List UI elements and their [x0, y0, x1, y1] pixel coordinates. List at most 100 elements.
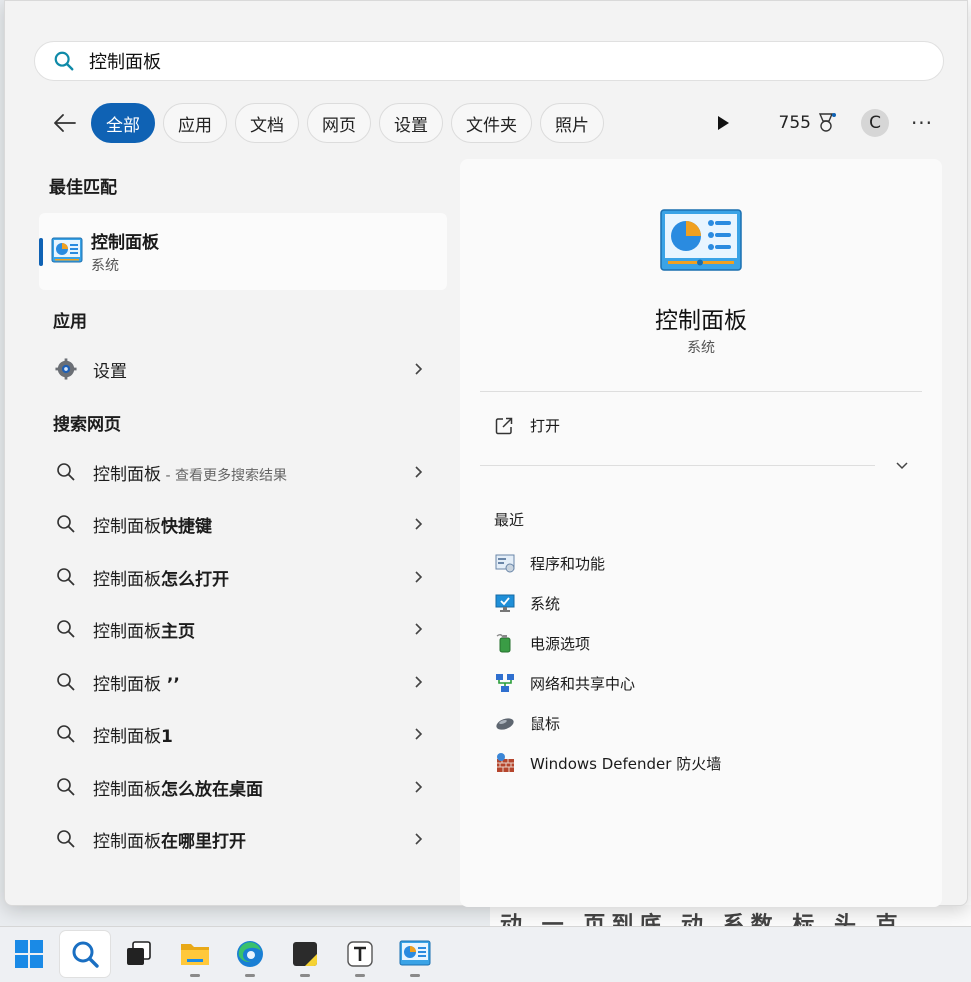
- search-input[interactable]: [89, 50, 889, 72]
- control-panel-icon: [51, 237, 83, 263]
- web-result-suffix: 主页: [161, 621, 195, 642]
- recent-item-label: 鼠标: [530, 714, 561, 733]
- running-indicator: [300, 974, 310, 977]
- app-item-settings[interactable]: 设置: [39, 345, 447, 393]
- web-result-text: 控制面板快捷键: [93, 512, 411, 537]
- edge-icon: [237, 941, 263, 967]
- windows-start-icon: [15, 940, 43, 968]
- web-result-row[interactable]: 控制面板在哪里打开: [39, 815, 447, 863]
- typora-icon: [347, 941, 373, 967]
- chevron-right-icon: [415, 518, 423, 530]
- open-action[interactable]: 打开: [494, 415, 560, 436]
- filter-chip-settings[interactable]: 设置: [379, 103, 443, 143]
- best-match-item[interactable]: 控制面板 系统: [39, 213, 447, 290]
- back-button[interactable]: [45, 103, 85, 143]
- best-match-heading: 最佳匹配: [49, 178, 117, 198]
- web-result-row[interactable]: 控制面板主页: [39, 605, 447, 653]
- web-result-query: 控制面板: [93, 516, 161, 537]
- best-match-subtitle: 系统: [91, 258, 119, 274]
- taskbar: [0, 926, 971, 982]
- chevron-right-icon: [415, 833, 423, 845]
- search-box[interactable]: [34, 41, 944, 81]
- web-result-row[interactable]: 控制面板怎么打开: [39, 553, 447, 601]
- preview-subtitle: 系统: [687, 340, 715, 356]
- mouse-icon: [496, 718, 514, 730]
- web-result-row[interactable]: 控制面板1: [39, 710, 447, 758]
- back-arrow-icon: [54, 114, 76, 132]
- open-label: 打开: [530, 417, 561, 435]
- chevron-down-icon[interactable]: [894, 459, 910, 473]
- preview-pane: 控制面板 系统 打开 最近 程序和功能 系统 电源选项 网络和共享中心 鼠标 W…: [460, 159, 942, 907]
- chevron-right-icon: [415, 466, 423, 478]
- web-result-text: 控制面板 - 查看更多搜索结果: [93, 460, 411, 485]
- running-indicator: [245, 974, 255, 977]
- filter-chip-folders[interactable]: 文件夹: [451, 103, 532, 143]
- chevron-right-icon: [415, 781, 423, 793]
- control-panel-icon: [399, 940, 431, 966]
- web-result-query: 控制面板: [93, 464, 161, 485]
- recent-heading: 最近: [494, 511, 525, 529]
- search-icon: [57, 620, 75, 638]
- recent-item-label: 网络和共享中心: [530, 674, 636, 693]
- taskbar-edge-button[interactable]: [225, 931, 275, 977]
- background-document-strip: 动 一 页到底 动 系数 标 头 克: [490, 905, 971, 927]
- running-indicator: [355, 974, 365, 977]
- recent-item-network-sharing[interactable]: 网络和共享中心: [494, 672, 635, 694]
- gear-icon: [55, 358, 77, 380]
- taskbar-control-panel-button[interactable]: [390, 931, 440, 977]
- user-avatar[interactable]: C: [861, 109, 889, 137]
- chevron-right-icon: [415, 728, 423, 740]
- taskbar-typora-button[interactable]: [335, 931, 385, 977]
- web-result-text: 控制面板在哪里打开: [93, 827, 411, 852]
- web-result-row[interactable]: 控制面板快捷键: [39, 500, 447, 548]
- search-icon: [72, 941, 99, 968]
- web-result-query: 控制面板: [93, 674, 161, 695]
- more-options-button[interactable]: ···: [907, 111, 937, 135]
- recent-item-power-options[interactable]: 电源选项: [494, 632, 590, 654]
- rewards-medal-icon[interactable]: [815, 112, 837, 134]
- rewards-points[interactable]: 755: [779, 113, 811, 133]
- recent-item-firewall[interactable]: Windows Defender 防火墙: [494, 752, 721, 774]
- recent-item-mouse[interactable]: 鼠标: [494, 712, 560, 734]
- taskbar-search-button[interactable]: [60, 931, 110, 977]
- web-result-row[interactable]: 控制面板 ’’: [39, 658, 447, 706]
- web-result-text: 控制面板 ’’: [93, 670, 411, 695]
- recent-item-label: 电源选项: [530, 634, 591, 653]
- taskbar-start-button[interactable]: [4, 931, 54, 977]
- web-result-row[interactable]: 控制面板 - 查看更多搜索结果: [39, 448, 447, 496]
- play-icon: [717, 116, 729, 130]
- filter-chip-all[interactable]: 全部: [91, 103, 155, 143]
- chevron-right-icon: [415, 676, 423, 688]
- search-icon: [54, 51, 74, 71]
- web-result-hint: - 查看更多搜索结果: [161, 467, 287, 484]
- filter-chip-apps[interactable]: 应用: [163, 103, 227, 143]
- taskbar-file-explorer-button[interactable]: [170, 931, 220, 977]
- web-result-query: 控制面板: [93, 621, 161, 642]
- header-tools: 755 C ···: [711, 103, 937, 143]
- web-result-text: 控制面板怎么打开: [93, 565, 411, 590]
- web-result-suffix: ’’: [161, 674, 180, 695]
- web-result-suffix: 在哪里打开: [161, 831, 246, 852]
- filter-chip-documents[interactable]: 文档: [235, 103, 299, 143]
- apps-heading: 应用: [53, 312, 87, 332]
- search-icon: [57, 830, 75, 848]
- sticky-notes-icon: [293, 942, 317, 966]
- recent-item-system[interactable]: 系统: [494, 592, 560, 614]
- web-result-text: 控制面板主页: [93, 617, 411, 642]
- web-result-suffix: 怎么打开: [161, 569, 229, 590]
- more-filters-button[interactable]: [711, 111, 735, 135]
- web-result-suffix: 怎么放在桌面: [161, 779, 263, 800]
- web-result-query: 控制面板: [93, 726, 161, 747]
- taskbar-sticky-notes-button[interactable]: [280, 931, 330, 977]
- chevron-right-icon: [415, 571, 423, 583]
- filter-chip-photos[interactable]: 照片: [540, 103, 604, 143]
- search-icon: [57, 568, 75, 586]
- web-result-row[interactable]: 控制面板怎么放在桌面: [39, 763, 447, 811]
- preview-title: 控制面板: [655, 308, 747, 334]
- filter-chip-web[interactable]: 网页: [307, 103, 371, 143]
- programs-features-icon: [495, 554, 515, 573]
- chevron-right-icon: [415, 363, 423, 375]
- system-icon: [495, 594, 515, 612]
- recent-item-programs-features[interactable]: 程序和功能: [494, 552, 605, 574]
- taskbar-task-view-button[interactable]: [114, 931, 164, 977]
